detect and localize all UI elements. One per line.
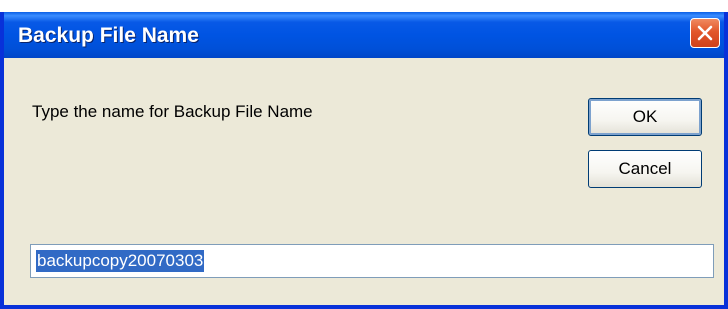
prompt-label: Type the name for Backup File Name (32, 102, 313, 121)
ok-button[interactable]: OK (588, 98, 702, 136)
selected-input-text: backupcopy20070303 (36, 250, 205, 272)
backup-name-input[interactable]: backupcopy20070303 (30, 244, 714, 278)
close-button[interactable] (690, 18, 720, 48)
close-icon (697, 25, 713, 41)
title-bar[interactable]: Backup File Name (4, 12, 724, 58)
cancel-button[interactable]: Cancel (588, 150, 702, 188)
dialog-title: Backup File Name (18, 24, 199, 47)
dialog-body: Type the name for Backup File Name OK Ca… (4, 58, 724, 305)
backup-file-name-dialog: Backup File Name Type the name for Backu… (0, 12, 728, 309)
